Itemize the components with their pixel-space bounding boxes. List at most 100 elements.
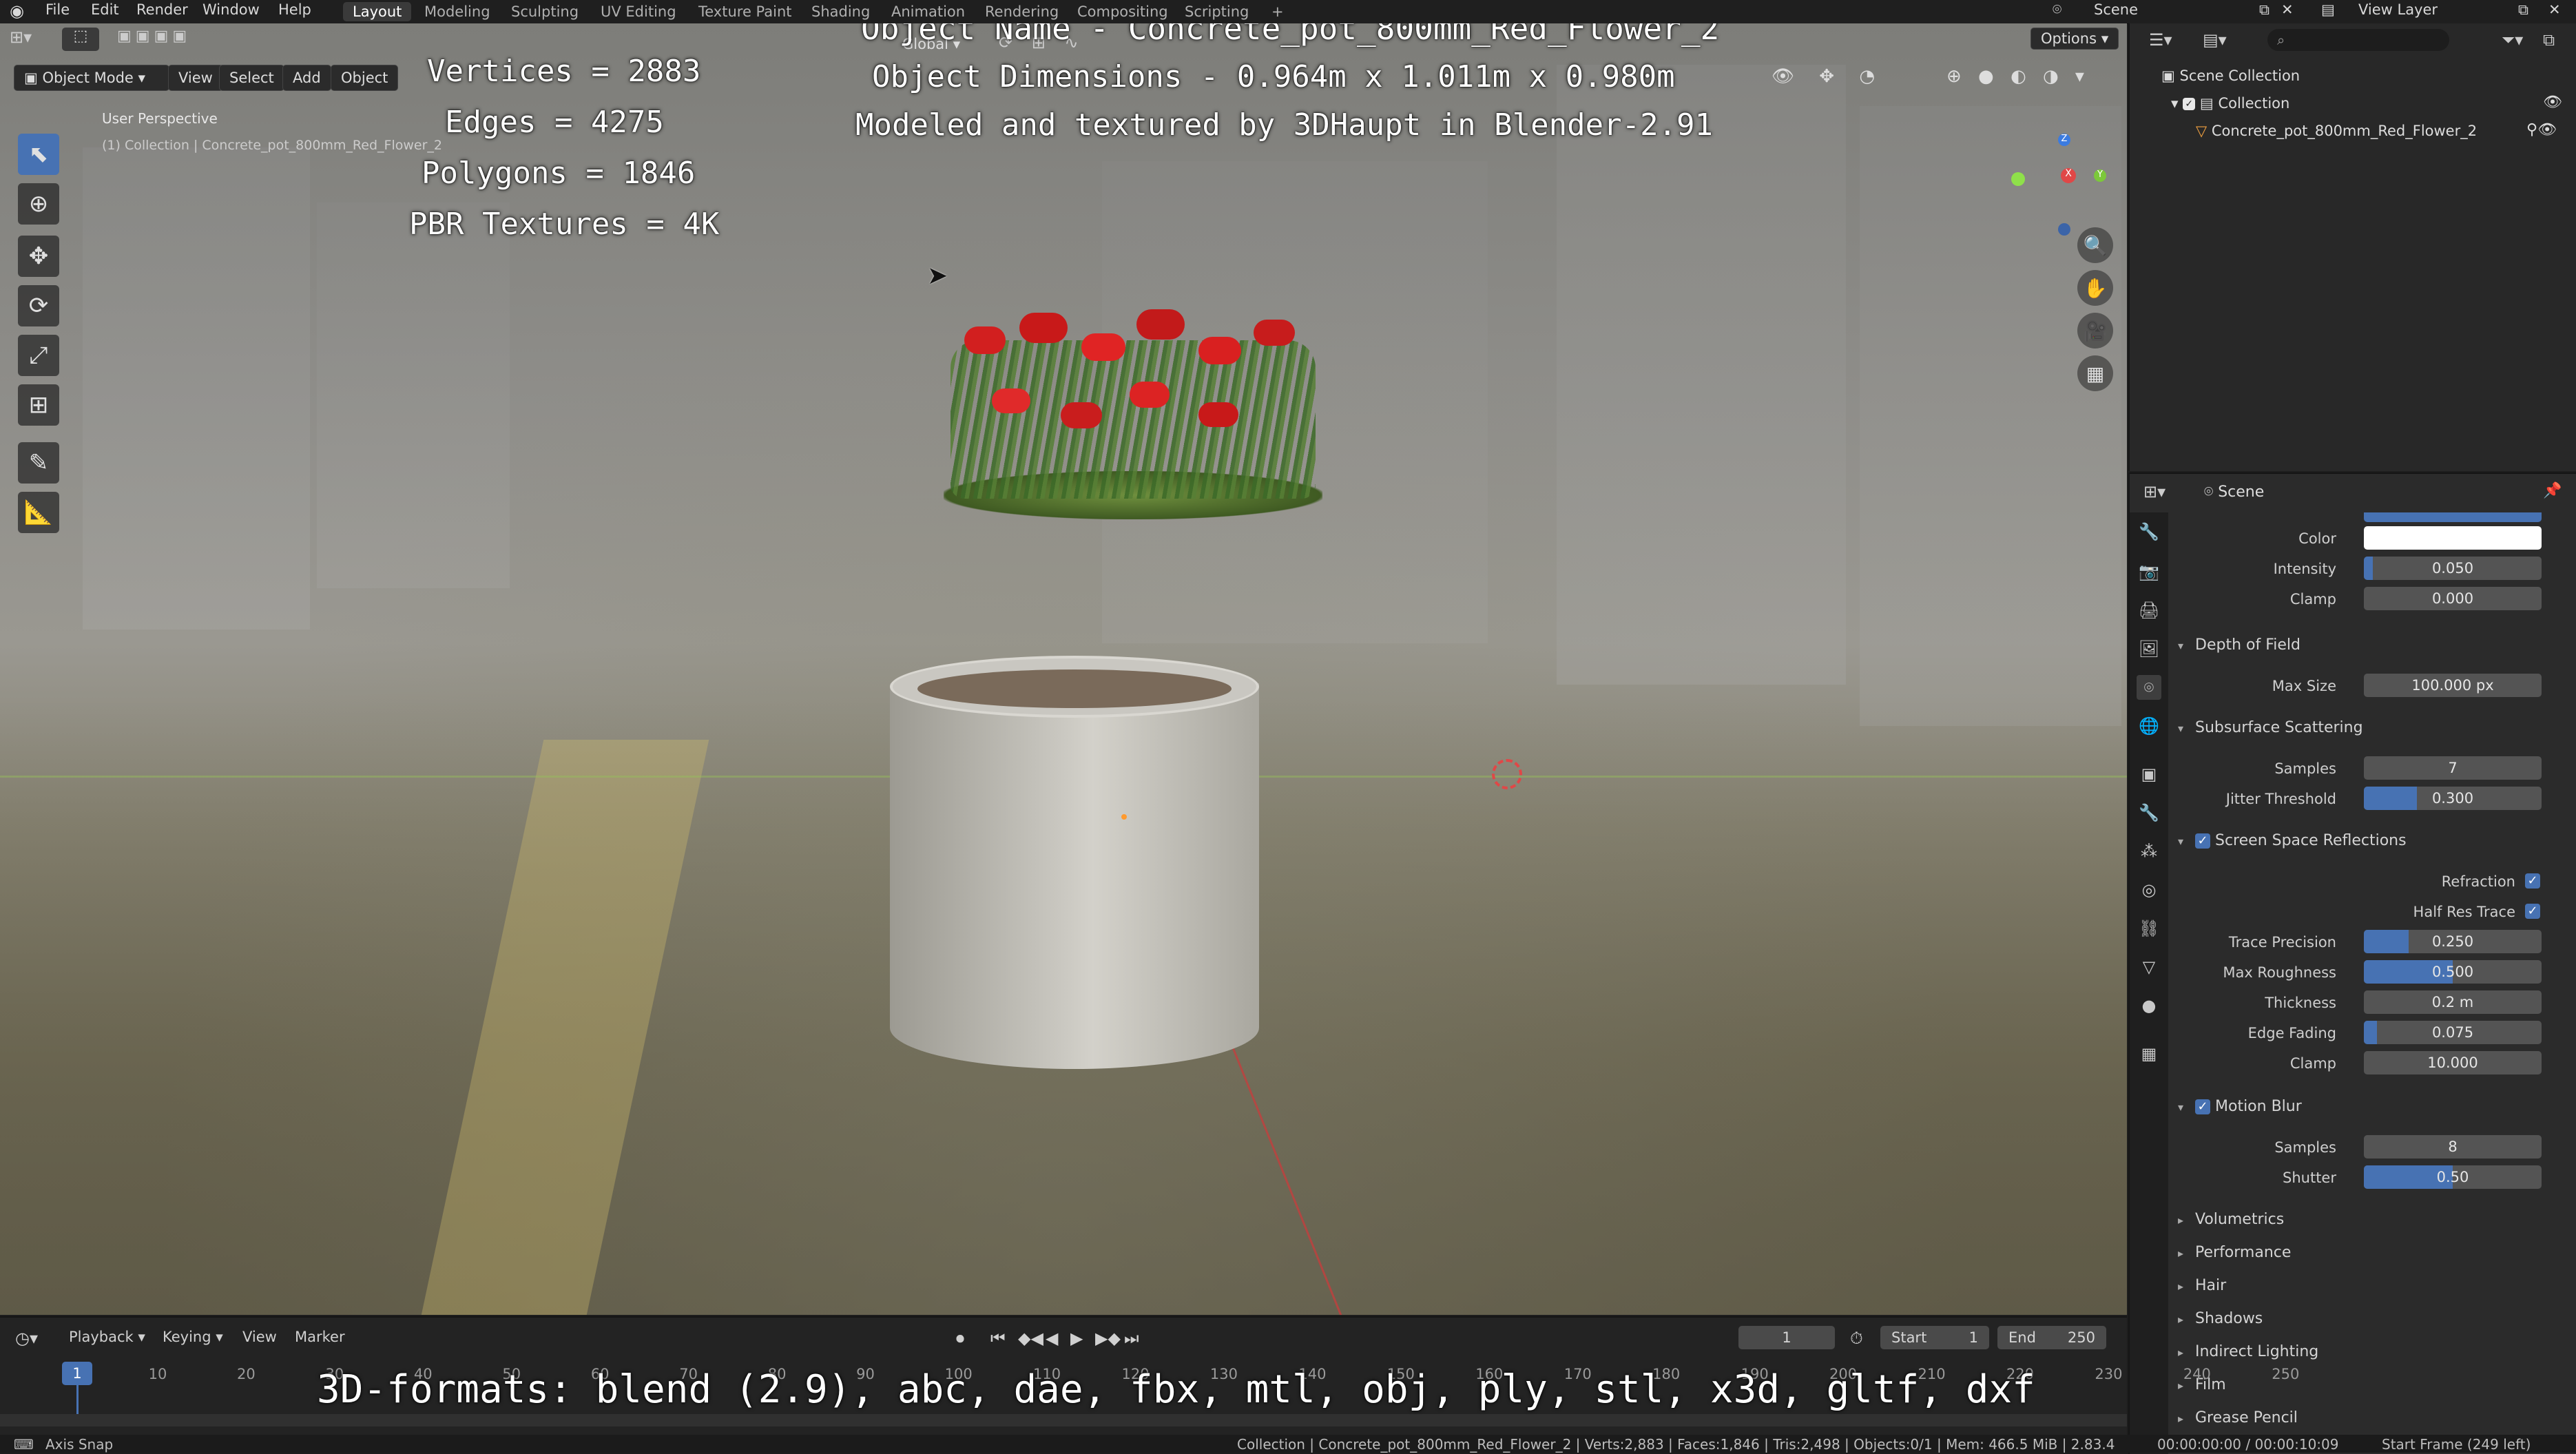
world-properties-icon[interactable]: 🌐 (2137, 714, 2161, 738)
view-layer-selector[interactable]: View Layer (2358, 1, 2438, 18)
collection-checkbox[interactable]: ✓ (2183, 98, 2196, 110)
editor-type-icon[interactable]: ⊞▾ (10, 28, 51, 51)
copy-scene-icon[interactable]: ⧉ (2259, 1, 2269, 19)
3d-viewport[interactable]: ⊞▾ ⬚ ▣▣▣▣ ▣ Object Mode ▾ View Select Ad… (0, 23, 2127, 1315)
collection-visibility-eye-icon[interactable]: 👁 (2543, 94, 2562, 111)
tab-uv-editing[interactable]: UV Editing (591, 2, 686, 21)
grease-pencil-header[interactable]: ▸ Grease Pencil (2178, 1409, 2298, 1426)
shutter-slider[interactable]: 0.50 (2364, 1165, 2542, 1189)
scale-tool-icon[interactable]: ⤢ (18, 335, 59, 376)
expand-chevron-icon[interactable]: ▾ (2171, 95, 2183, 112)
viewport-menu-object[interactable]: Object (331, 65, 399, 91)
gizmo-neg-y[interactable] (2011, 172, 2025, 186)
transform-tool-icon[interactable]: ⊞ (18, 384, 59, 426)
select-box-icon[interactable]: ⬚ (62, 28, 99, 51)
viewport-menu-view[interactable]: View (168, 65, 223, 91)
sss-samples-field[interactable]: 7 (2364, 756, 2542, 780)
blender-logo-icon[interactable]: ◉ (10, 1, 24, 21)
object-visibility-eye-icon[interactable]: ⚲👁 (2526, 121, 2557, 138)
pan-hand-icon[interactable]: ✋ (2077, 270, 2113, 306)
rotate-tool-icon[interactable]: ⟳ (18, 285, 59, 326)
gizmo-x-axis[interactable]: X (2061, 168, 2076, 183)
refraction-checkbox[interactable]: ✓ (2525, 873, 2540, 889)
shadows-header[interactable]: ▸ Shadows (2178, 1310, 2263, 1327)
tab-compositing[interactable]: Compositing (1068, 2, 1178, 21)
hair-header[interactable]: ▸ Hair (2178, 1277, 2226, 1294)
motion-blur-checkbox[interactable]: ✓ (2195, 1099, 2210, 1114)
measure-tool-icon[interactable]: 📐 (18, 492, 59, 533)
intensity-slider[interactable]: 0.050 (2364, 557, 2542, 580)
outliner-collection[interactable]: ▾ ✓ ▤ Collection (2171, 95, 2289, 112)
properties-editor-icon[interactable]: ⊞▾ (2143, 482, 2165, 501)
viewport-menu-select[interactable]: Select (219, 65, 284, 91)
gizmo-neg-z[interactable] (2058, 223, 2070, 236)
subsurface-scattering-header[interactable]: ▾ Subsurface Scattering (2178, 719, 2363, 736)
tab-layout[interactable]: Layout (343, 2, 412, 21)
mb-samples-field[interactable]: 8 (2364, 1135, 2542, 1159)
depth-of-field-header[interactable]: ▾ Depth of Field (2178, 636, 2300, 654)
trace-precision-slider[interactable]: 0.250 (2364, 930, 2542, 953)
ssr-checkbox[interactable]: ✓ (2195, 833, 2210, 849)
select-tool-icon[interactable]: ⬉ (18, 134, 59, 175)
outliner-scene-collection[interactable]: ▣ Scene Collection (2161, 67, 2300, 84)
tab-rendering[interactable]: Rendering (975, 2, 1068, 21)
viewport-menu-add[interactable]: Add (282, 65, 331, 91)
menu-window[interactable]: Window (202, 1, 260, 18)
shading-mode-icons[interactable]: ⊕ ● ◐ ◑ ▾ (1946, 66, 2090, 87)
scene-selector[interactable]: Scene (2094, 1, 2138, 18)
object-mode-dropdown[interactable]: ▣ Object Mode ▾ (14, 65, 169, 91)
camera-view-icon[interactable]: 🎥 (2077, 313, 2113, 349)
scene-selector-icon[interactable]: ⌾ (2053, 1, 2061, 19)
add-workspace-button[interactable]: + (1262, 2, 1294, 21)
gizmo-z-axis[interactable]: Z (2058, 134, 2070, 146)
outliner-editor-icon[interactable]: ☰▾ (2149, 30, 2172, 50)
menu-edit[interactable]: Edit (91, 1, 119, 18)
zoom-icon[interactable]: 🔍 (2077, 227, 2113, 263)
gizmo-y-axis[interactable]: Y (2094, 169, 2106, 182)
menu-help[interactable]: Help (278, 1, 311, 18)
tab-animation[interactable]: Animation (882, 2, 975, 21)
move-tool-icon[interactable]: ✥ (18, 236, 59, 277)
volumetrics-header[interactable]: ▸ Volumetrics (2178, 1211, 2284, 1228)
half-res-trace-checkbox[interactable]: ✓ (2525, 904, 2540, 919)
outliner-search-input[interactable]: ⌕ (2267, 29, 2449, 51)
copy-view-layer-icon[interactable]: ⧉ (2518, 1, 2528, 19)
timeline-editor[interactable]: ◷▾ Playback ▾ Keying ▾ View Marker ⏺ ⏮ ◆… (0, 1316, 2299, 1436)
filter-icon[interactable]: ⏷▾ (2502, 30, 2523, 50)
pin-icon[interactable]: 📌 (2543, 482, 2562, 499)
cursor-tool-icon[interactable]: ⊕ (18, 183, 59, 225)
concrete-pot[interactable] (890, 656, 1259, 1097)
tab-scripting[interactable]: Scripting (1175, 2, 1258, 21)
view-layer-icon[interactable]: ▤ (2321, 1, 2335, 18)
outliner-object-row[interactable]: ▽ Concrete_pot_800mm_Red_Flower_2 (2196, 123, 2477, 139)
performance-header[interactable]: ▸ Performance (2178, 1244, 2291, 1261)
annotate-tool-icon[interactable]: ✎ (18, 442, 59, 484)
view-layer-properties-icon[interactable]: 🖼 (2137, 636, 2161, 661)
max-size-field[interactable]: 100.000 px (2364, 674, 2542, 697)
ortho-grid-icon[interactable]: ▦ (2077, 355, 2113, 391)
jitter-threshold-slider[interactable]: 0.300 (2364, 787, 2542, 810)
display-mode-icon[interactable]: ▤▾ (2203, 30, 2227, 50)
particles-properties-icon[interactable]: ⁂ (2137, 839, 2161, 864)
close-scene-icon[interactable]: ✕ (2281, 1, 2294, 18)
ssr-header[interactable]: ▾ ✓ Screen Space Reflections (2178, 832, 2407, 849)
new-collection-icon[interactable]: ⧉ (2543, 30, 2555, 50)
select-mode-icons[interactable]: ▣▣▣▣ (117, 28, 248, 51)
color-swatch[interactable] (2364, 526, 2542, 550)
motion-blur-header[interactable]: ▾ ✓ Motion Blur (2178, 1098, 2302, 1115)
close-view-layer-icon[interactable]: ✕ (2548, 1, 2561, 18)
radius-field-partial[interactable] (2364, 512, 2542, 522)
menu-file[interactable]: File (45, 1, 70, 18)
menu-render[interactable]: Render (136, 1, 188, 18)
tab-sculpting[interactable]: Sculpting (501, 2, 588, 21)
options-dropdown[interactable]: Options ▾ (2030, 28, 2119, 50)
tab-modeling[interactable]: Modeling (415, 2, 500, 21)
tab-shading[interactable]: Shading (802, 2, 880, 21)
visibility-overlay-icons[interactable]: 👁 ✥ ◔ (1772, 66, 1884, 87)
max-roughness-slider[interactable]: 0.500 (2364, 960, 2542, 984)
3d-cursor-icon[interactable] (1492, 759, 1522, 789)
clamp-field[interactable]: 0.000 (2364, 587, 2542, 610)
ssr-clamp-field[interactable]: 10.000 (2364, 1051, 2542, 1074)
flower-bed[interactable] (923, 299, 1343, 568)
edge-fading-slider[interactable]: 0.075 (2364, 1021, 2542, 1044)
